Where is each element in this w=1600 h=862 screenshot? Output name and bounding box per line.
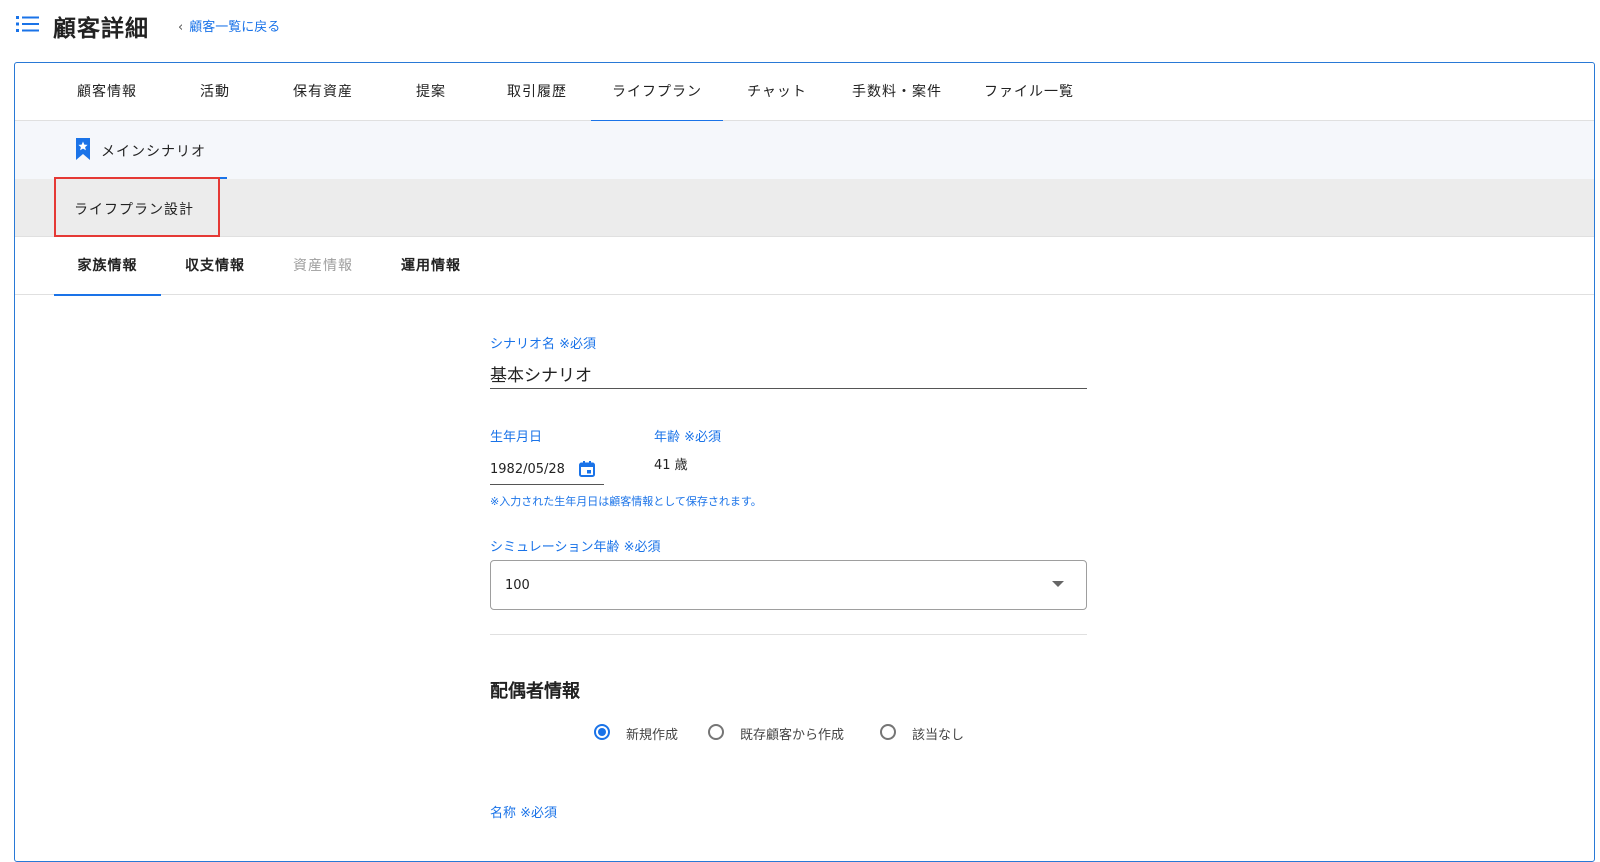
- back-to-list-link[interactable]: ‹ 顧客一覧に戻る: [178, 16, 280, 35]
- radio-existing-customer-label: 既存顧客から作成: [740, 728, 845, 743]
- scenario-tab-main[interactable]: メインシナリオ: [55, 121, 227, 179]
- tab-life-plan[interactable]: ライフプラン: [591, 63, 723, 122]
- sub-tab-bar: 家族情報 収支情報 資産情報 運用情報: [15, 237, 1594, 296]
- calendar-icon[interactable]: [579, 461, 595, 477]
- page-title: 顧客詳細: [53, 16, 149, 42]
- scenario-name-label: シナリオ名 ※必須: [490, 337, 597, 352]
- tab-file-list[interactable]: ファイル一覧: [967, 63, 1091, 121]
- simulation-age-label: シミュレーション年齢 ※必須: [490, 540, 661, 555]
- tab-chat[interactable]: チャット: [731, 63, 823, 121]
- scenario-label: メインシナリオ: [101, 144, 206, 160]
- radio-unchecked-icon: [880, 724, 896, 740]
- section-bar: ライフプラン設計: [15, 177, 1594, 237]
- tab-family-info[interactable]: 家族情報: [54, 237, 161, 296]
- tab-proposal[interactable]: 提案: [391, 63, 471, 121]
- list-menu-icon[interactable]: [16, 15, 40, 33]
- tab-investment-info[interactable]: 運用情報: [381, 237, 481, 295]
- age-label: 年齢 ※必須: [654, 430, 722, 445]
- spouse-radio-group: 新規作成 既存顧客から作成 該当なし: [594, 722, 994, 743]
- radio-unchecked-icon: [708, 724, 724, 740]
- spouse-section-title: 配偶者情報: [490, 681, 580, 702]
- birthdate-hint: ※入力された生年月日は顧客情報として保存されます。: [490, 495, 762, 508]
- tab-asset-info: 資産情報: [293, 258, 353, 274]
- radio-not-applicable-label: 該当なし: [912, 728, 965, 743]
- section-divider: [490, 634, 1087, 635]
- scenario-bar: メインシナリオ: [15, 121, 1594, 179]
- tab-customer-info[interactable]: 顧客情報: [55, 63, 159, 121]
- chevron-left-icon: ‹: [178, 20, 184, 35]
- scenario-name-input[interactable]: [490, 359, 1087, 389]
- bookmark-star-icon: [76, 138, 90, 160]
- radio-checked-icon: [594, 724, 610, 740]
- back-link-label: 顧客一覧に戻る: [189, 20, 281, 35]
- page-header: 顧客詳細 ‹ 顧客一覧に戻る: [0, 0, 1600, 50]
- main-tab-bar: 顧客情報 活動 保有資産 提案 取引履歴 ライフプラン チャット 手数料・案件 …: [15, 63, 1594, 122]
- birthdate-label: 生年月日: [490, 430, 543, 445]
- dropdown-arrow-icon: [1052, 581, 1064, 587]
- life-plan-design-button[interactable]: ライフプラン設計: [54, 177, 220, 237]
- name-label: 名称 ※必須: [490, 806, 558, 821]
- customer-detail-card: 顧客情報 活動 保有資産 提案 取引履歴 ライフプラン チャット 手数料・案件 …: [14, 62, 1595, 862]
- tab-income-expense[interactable]: 収支情報: [165, 237, 265, 295]
- tab-transaction-history[interactable]: 取引履歴: [487, 63, 587, 121]
- simulation-age-select[interactable]: 100: [490, 560, 1087, 610]
- tab-activity[interactable]: 活動: [175, 63, 255, 121]
- radio-new-label: 新規作成: [626, 728, 679, 743]
- simulation-age-value: 100: [505, 578, 530, 593]
- tab-fees-cases[interactable]: 手数料・案件: [835, 63, 959, 121]
- life-plan-design-label: ライフプラン設計: [74, 202, 194, 218]
- age-value: 41 歳: [654, 458, 688, 473]
- tab-holdings[interactable]: 保有資産: [271, 63, 375, 121]
